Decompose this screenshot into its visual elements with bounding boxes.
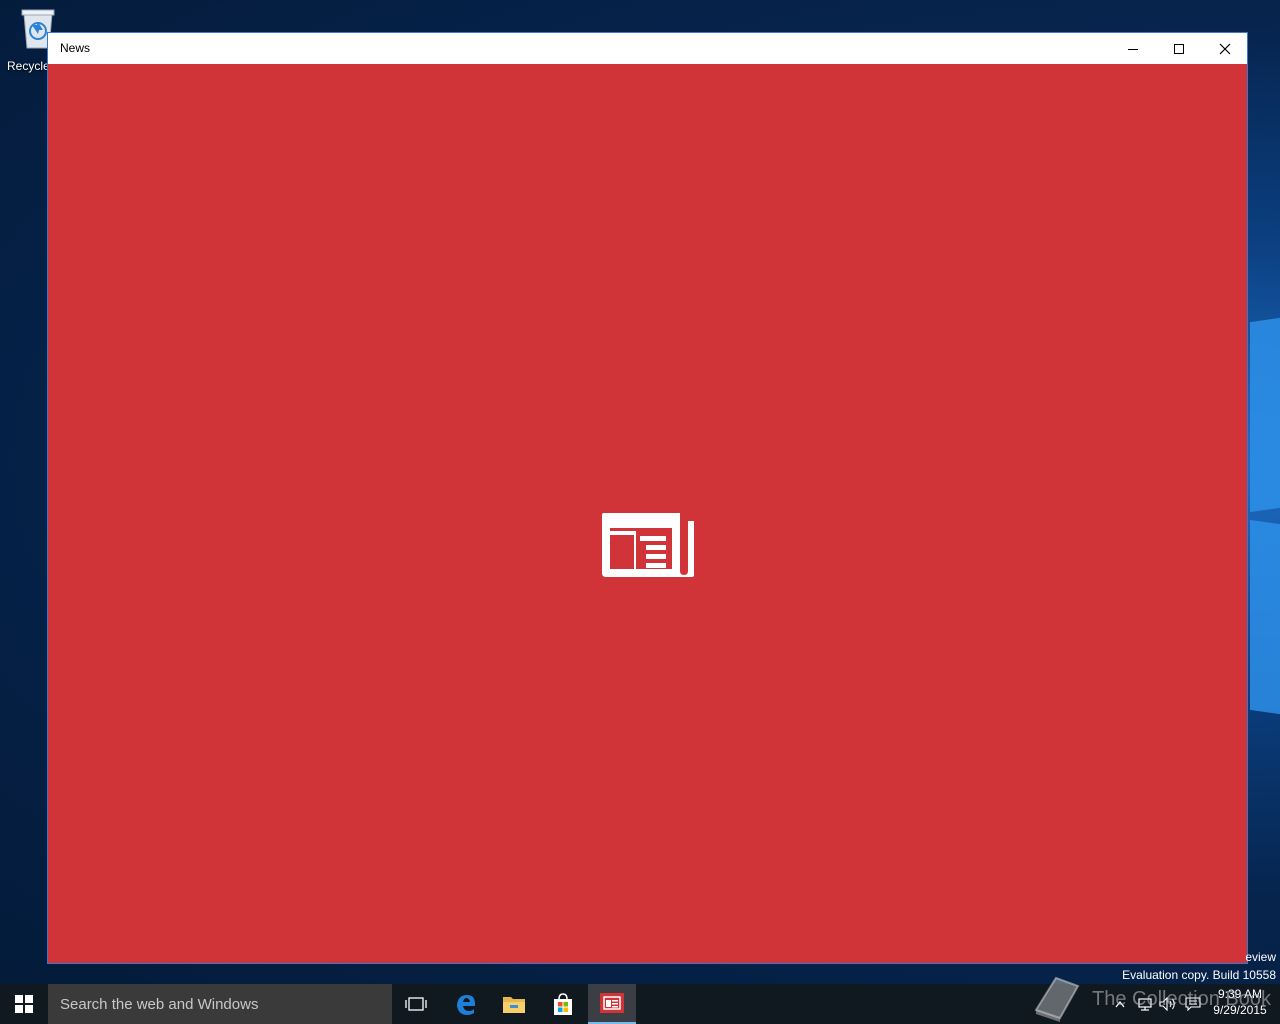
newspaper-icon: [600, 511, 698, 584]
folder-icon: [503, 997, 525, 1013]
book-icon: [1034, 976, 1080, 1022]
wallpaper-light-pane: [1250, 317, 1280, 513]
maximize-icon: [1174, 43, 1184, 54]
brand-watermark: The Collection Book: [1030, 972, 1280, 1024]
title-bar[interactable]: News: [48, 33, 1247, 64]
desktop: Recycle News eview Evaluation copy. Buil…: [0, 0, 1280, 1024]
splash-screen: [48, 64, 1247, 963]
minimize-button[interactable]: [1110, 33, 1156, 64]
recycle-bin-label: Recycle: [7, 59, 50, 73]
file-explorer-button[interactable]: [490, 984, 538, 1024]
watermark-preview-text: eview: [1245, 950, 1276, 964]
minimize-icon: [1128, 48, 1138, 50]
maximize-button[interactable]: [1156, 33, 1202, 64]
window-title: News: [60, 41, 91, 55]
search-box[interactable]: Search the web and Windows: [48, 984, 392, 1024]
store-icon: [554, 993, 572, 1015]
edge-button[interactable]: [442, 984, 490, 1024]
edge-icon: [457, 995, 475, 1015]
task-view-icon: [405, 997, 427, 1011]
store-button[interactable]: [539, 984, 587, 1024]
newspaper-icon: [600, 993, 624, 1013]
close-button[interactable]: [1202, 33, 1248, 64]
news-app-window: News: [47, 32, 1248, 964]
brand-watermark-text: The Collection Book: [1092, 988, 1271, 1010]
wallpaper-light-pane: [1250, 519, 1280, 715]
task-view-button[interactable]: [392, 984, 440, 1024]
news-taskbar-button[interactable]: [588, 984, 636, 1024]
search-placeholder: Search the web and Windows: [60, 995, 259, 1013]
windows-logo-icon: [15, 995, 33, 1013]
start-button[interactable]: [0, 984, 48, 1024]
close-icon: [1219, 43, 1231, 54]
